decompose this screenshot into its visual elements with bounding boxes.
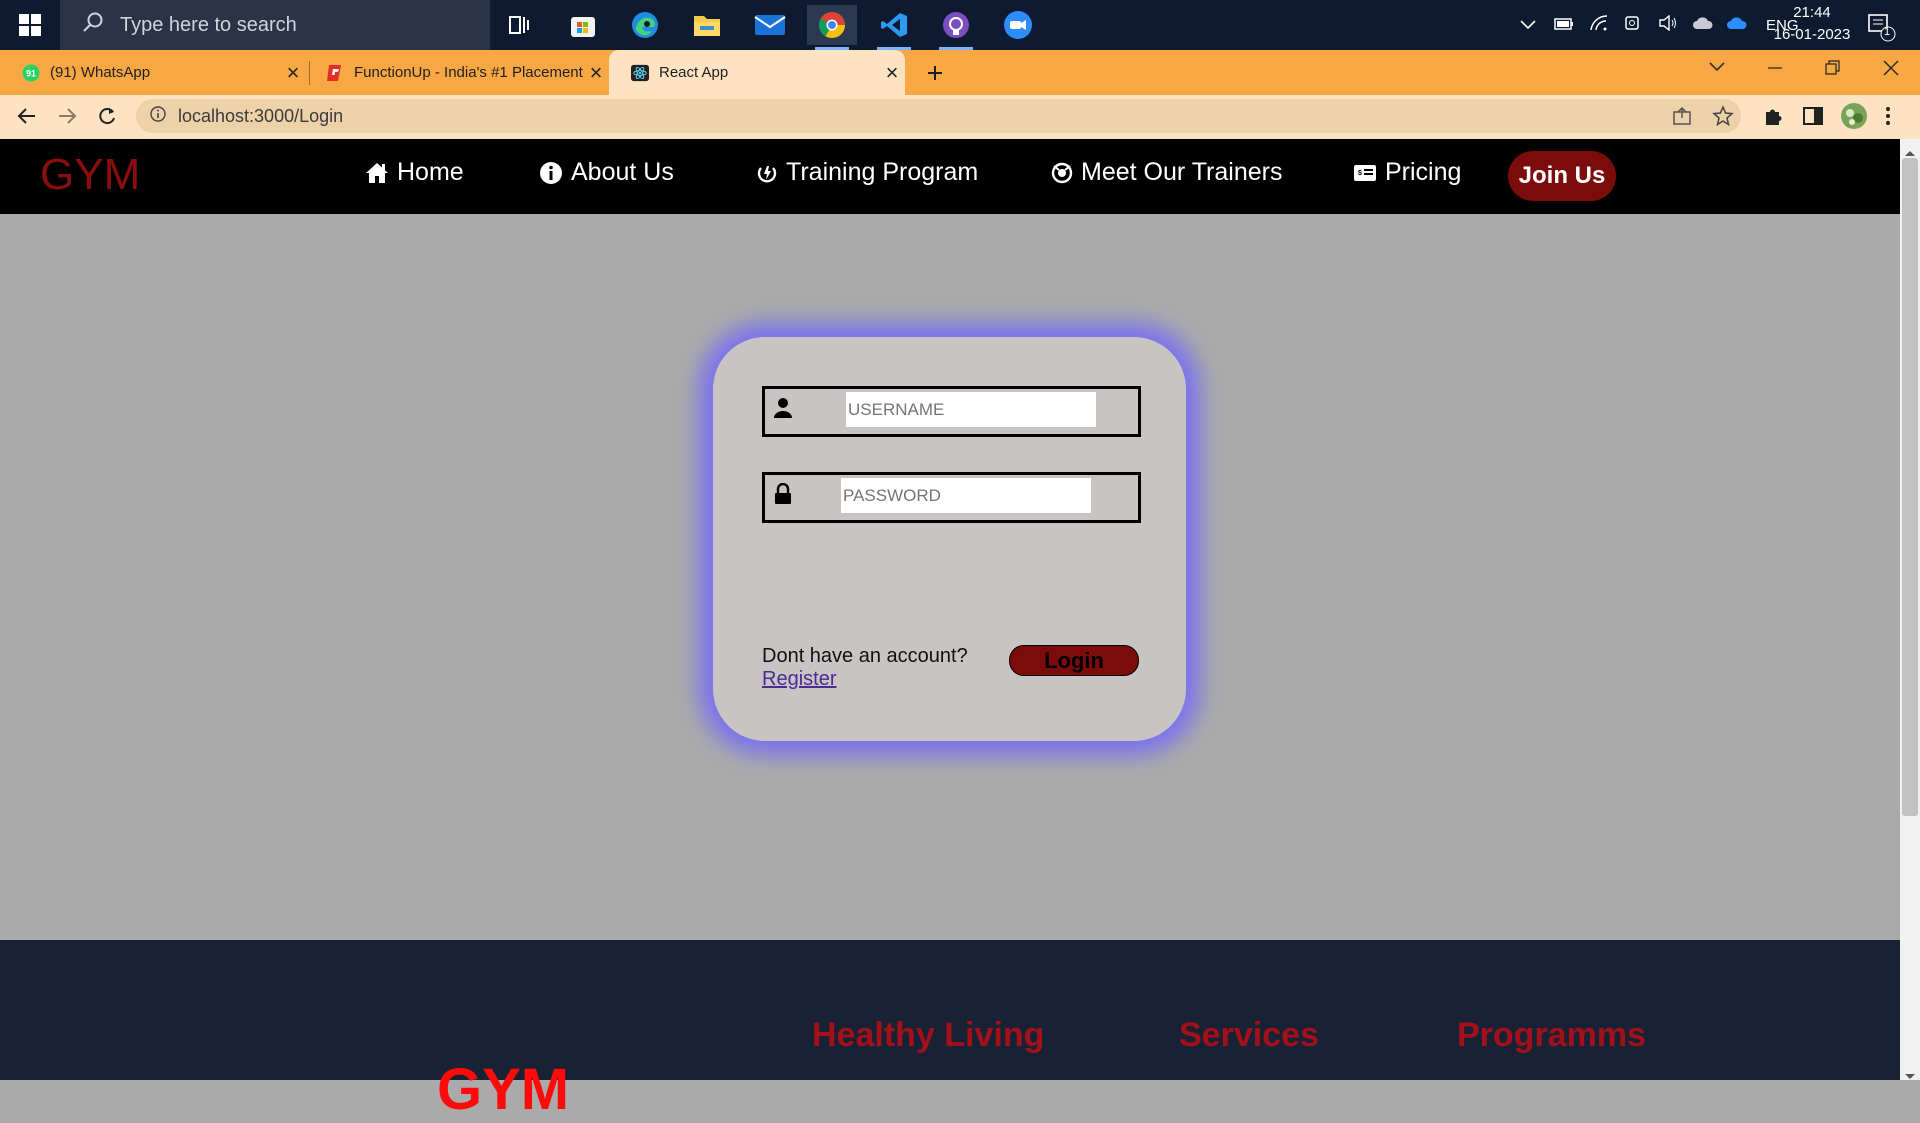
no-account-text: Dont have an account? — [762, 645, 968, 667]
vscode-icon[interactable] — [869, 5, 919, 50]
nav-pricing-label: Pricing — [1385, 158, 1462, 186]
task-view-icon[interactable] — [495, 5, 545, 45]
taskbar-search-box[interactable]: Type here to search — [60, 0, 490, 50]
file-explorer-icon[interactable] — [682, 5, 732, 45]
register-link[interactable]: Register — [762, 668, 836, 691]
bookmark-star-icon[interactable] — [1712, 105, 1734, 132]
notification-count: 1 — [1884, 26, 1891, 38]
login-button[interactable]: Login — [1009, 645, 1139, 676]
username-input[interactable] — [846, 392, 1096, 427]
tab-functionup[interactable]: FunctionUp - India's #1 Placement × — [312, 50, 609, 95]
whatsapp-icon: 91 — [22, 64, 40, 82]
zoom-icon[interactable] — [993, 5, 1043, 45]
tab-react-app[interactable]: React App × — [609, 50, 905, 95]
wifi-icon[interactable] — [1590, 15, 1608, 35]
whatsapp-badge: 91 — [26, 68, 36, 78]
tab-title: FunctionUp - India's #1 Placement — [354, 64, 583, 81]
close-icon[interactable]: × — [280, 60, 306, 86]
extensions-puzzle-icon[interactable] — [1762, 105, 1784, 132]
tab-search-chevron-icon[interactable] — [1708, 60, 1726, 78]
scroll-down-arrow-icon[interactable] — [1904, 1068, 1916, 1086]
footer-gym-logo: GYM — [437, 1057, 570, 1122]
close-icon[interactable]: × — [879, 60, 905, 86]
battery-icon[interactable] — [1554, 17, 1574, 34]
onedrive-icon[interactable] — [1692, 16, 1714, 34]
nav-training-program-label: Training Program — [786, 158, 979, 186]
forward-arrow-icon[interactable] — [50, 99, 84, 133]
username-field[interactable] — [762, 386, 1141, 437]
side-panel-icon[interactable] — [1802, 105, 1824, 132]
nav-about-us[interactable]: About Us — [539, 158, 674, 187]
speaker-icon[interactable] — [1658, 14, 1678, 35]
gym-logo[interactable]: GYM — [40, 150, 140, 200]
pricing-card-icon: $ — [1354, 164, 1376, 181]
footer-heading-programms: Programms — [1457, 1016, 1646, 1054]
restore-icon[interactable] — [1823, 60, 1841, 81]
chrome-icon[interactable] — [807, 5, 857, 50]
footer-heading-services: Services — [1179, 1016, 1319, 1054]
share-icon[interactable] — [1672, 106, 1692, 131]
nav-about-us-label: About Us — [571, 158, 674, 186]
notification-center-icon[interactable]: 1 — [1866, 12, 1896, 42]
training-icon — [757, 165, 777, 182]
tab-divider — [309, 61, 310, 85]
scrollbar-thumb[interactable] — [1902, 158, 1918, 816]
reload-icon[interactable] — [90, 99, 124, 133]
react-icon — [631, 64, 649, 82]
trainer-badge-icon — [1051, 162, 1073, 183]
user-icon — [774, 398, 792, 418]
nav-home-label: Home — [397, 158, 464, 186]
nav-meet-our-trainers[interactable]: Meet Our Trainers — [1051, 158, 1282, 187]
site-info-icon[interactable] — [150, 105, 166, 127]
system-clock[interactable]: 21:44 16-01-2023 — [1762, 2, 1862, 46]
chrome-menu-icon[interactable] — [1884, 105, 1892, 132]
site-footer — [0, 940, 1900, 1080]
nav-home[interactable]: Home — [365, 158, 464, 187]
edge-browser-icon[interactable] — [620, 5, 670, 45]
minimize-icon[interactable] — [1766, 60, 1784, 81]
new-tab-plus-icon[interactable] — [920, 58, 950, 88]
footer-heading-healthy-living: Healthy Living — [812, 1016, 1045, 1054]
camera-icon[interactable] — [1624, 15, 1642, 35]
lock-icon — [775, 483, 791, 504]
nav-meet-our-trainers-label: Meet Our Trainers — [1081, 158, 1283, 186]
tab-title: (91) WhatsApp — [50, 64, 151, 81]
chevron-up-icon[interactable] — [1520, 17, 1536, 34]
join-us-button[interactable]: Join Us — [1508, 151, 1616, 201]
functionup-icon — [326, 64, 344, 82]
nav-training-program[interactable]: Training Program — [756, 158, 978, 187]
github-desktop-icon[interactable] — [931, 5, 981, 50]
microsoft-store-icon[interactable] — [558, 5, 608, 45]
profile-avatar[interactable] — [1840, 102, 1868, 135]
url-text: localhost:3000/Login — [178, 105, 344, 126]
clock-time: 21:44 — [1793, 4, 1831, 21]
close-window-icon[interactable] — [1882, 59, 1900, 82]
address-bar[interactable]: localhost:3000/Login — [136, 99, 1741, 133]
close-icon[interactable]: × — [583, 60, 609, 86]
search-placeholder: Type here to search — [120, 13, 297, 36]
clock-date: 16-01-2023 — [1773, 26, 1851, 43]
mail-icon[interactable] — [745, 5, 795, 45]
info-icon — [540, 161, 562, 184]
back-arrow-icon[interactable] — [10, 99, 44, 133]
svg-text:$: $ — [1358, 170, 1362, 177]
password-field[interactable] — [762, 472, 1141, 523]
windows-start-icon[interactable] — [0, 0, 60, 50]
home-icon — [366, 162, 388, 183]
tab-title: React App — [659, 64, 729, 81]
search-icon — [82, 11, 104, 39]
onedrive-blue-icon[interactable] — [1726, 16, 1748, 34]
password-input[interactable] — [841, 478, 1091, 513]
tab-whatsapp[interactable]: 91 (91) WhatsApp × — [0, 50, 306, 95]
nav-pricing[interactable]: $ Pricing — [1353, 158, 1461, 187]
